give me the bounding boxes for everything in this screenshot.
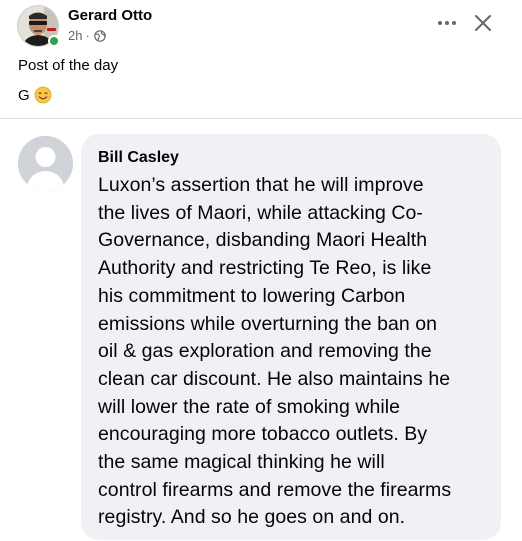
close-icon bbox=[475, 15, 491, 31]
section-divider bbox=[0, 118, 522, 119]
close-button[interactable] bbox=[469, 9, 497, 37]
comment-bubble: Bill Casley Luxon’s assertion that he wi… bbox=[81, 134, 501, 540]
more-options-button[interactable] bbox=[433, 11, 461, 35]
comment-line: the lives of Maori, while attacking Co- bbox=[98, 201, 423, 224]
comment-line: Governance, disbanding Maori Health bbox=[98, 229, 428, 252]
post-time[interactable]: 2h bbox=[68, 28, 82, 43]
comment-line: the same magical thinking he will bbox=[98, 451, 385, 474]
more-horizontal-icon bbox=[438, 21, 456, 25]
post-text: Post of the day bbox=[18, 57, 119, 74]
comment-line: will lower the rate of smoking while bbox=[98, 395, 401, 418]
signoff-text: G bbox=[18, 86, 30, 104]
globe-icon[interactable] bbox=[94, 29, 106, 42]
post-header: Gerard Otto 2h · bbox=[0, 0, 522, 60]
comment-line: control firearms and remove the firearms bbox=[98, 478, 452, 501]
post-meta: 2h · bbox=[68, 28, 106, 43]
smiling-face-icon bbox=[34, 86, 52, 104]
default-user-avatar-icon bbox=[18, 136, 73, 191]
post-signoff: G bbox=[18, 86, 52, 104]
comment-line: emissions while overturning the ban on bbox=[98, 312, 438, 335]
comment-line: Luxon’s assertion that he will improve bbox=[98, 174, 424, 196]
comment-body: Luxon’s assertion that he will improve t… bbox=[98, 172, 485, 532]
comment-line: encouraging more tobacco outlets. By bbox=[98, 423, 428, 446]
online-status-dot bbox=[48, 35, 60, 47]
post-author-name[interactable]: Gerard Otto bbox=[68, 7, 152, 24]
author-avatar-wrapper[interactable] bbox=[17, 5, 60, 47]
comment-line: oil & gas exploration and removing the bbox=[98, 340, 432, 363]
comment-line: his commitment to lowering Carbon bbox=[98, 284, 406, 307]
comment-line: clean car discount. He also maintains he bbox=[98, 367, 451, 390]
commenter-avatar[interactable] bbox=[18, 136, 73, 191]
comment-line: Authority and restricting Te Reo, is lik… bbox=[98, 257, 432, 280]
commenter-name[interactable]: Bill Casley bbox=[98, 146, 485, 170]
comment-line: registry. And so he goes on and on. bbox=[98, 506, 406, 529]
meta-separator: · bbox=[85, 28, 90, 43]
